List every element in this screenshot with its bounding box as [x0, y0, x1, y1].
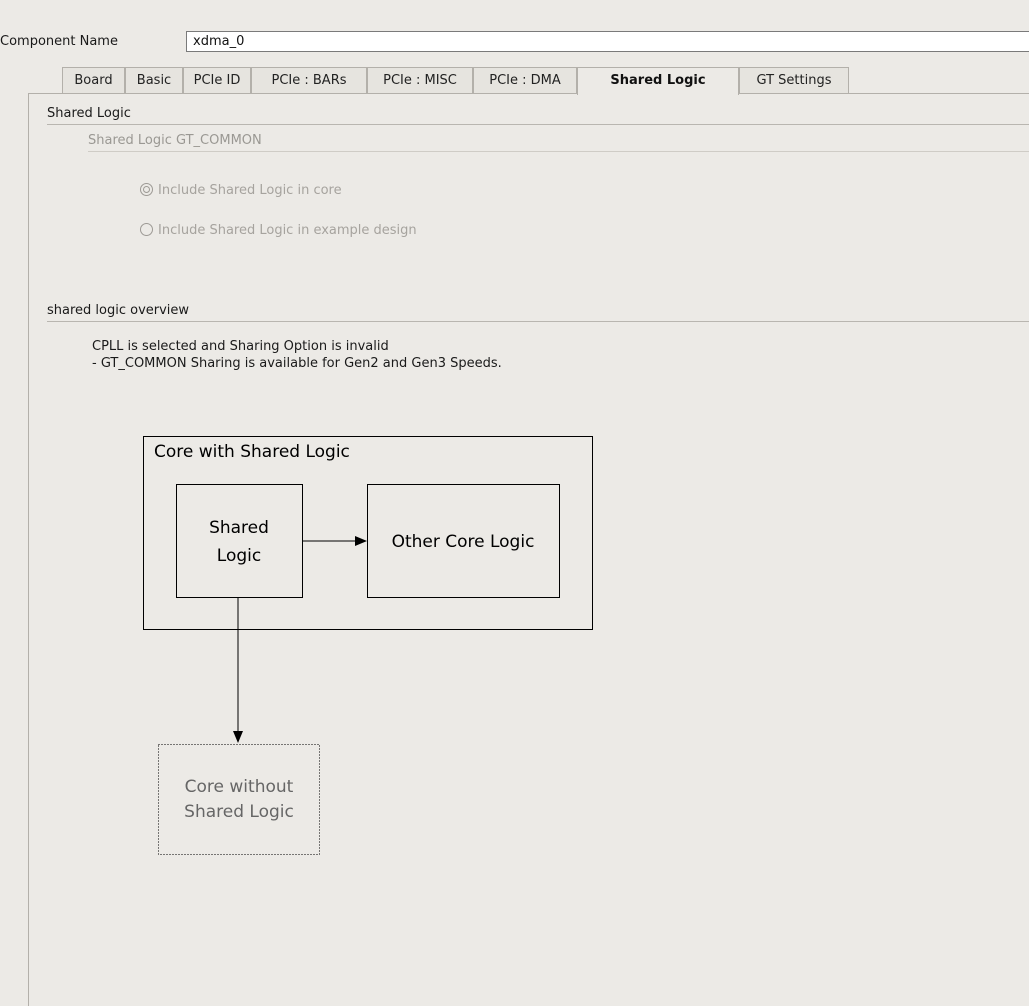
core-without-label-1: Core without — [185, 777, 294, 797]
tab-shared-logic[interactable]: Shared Logic — [577, 67, 739, 95]
shared-logic-box — [176, 484, 303, 598]
core-with-shared-logic-label: Core with Shared Logic — [154, 442, 350, 462]
core-without-label-2: Shared Logic — [184, 802, 294, 822]
core-without-shared-logic-box — [158, 744, 320, 855]
shared-logic-box-label-1: Shared — [209, 518, 269, 538]
ip-customization-window: Component Name Board Basic PCIe ID PCIe … — [0, 0, 1029, 1006]
shared-logic-box-label-2: Logic — [217, 546, 261, 566]
other-core-logic-label: Other Core Logic — [392, 532, 535, 552]
diagram-svg: Core with Shared Logic Shared Logic Othe… — [143, 436, 593, 855]
